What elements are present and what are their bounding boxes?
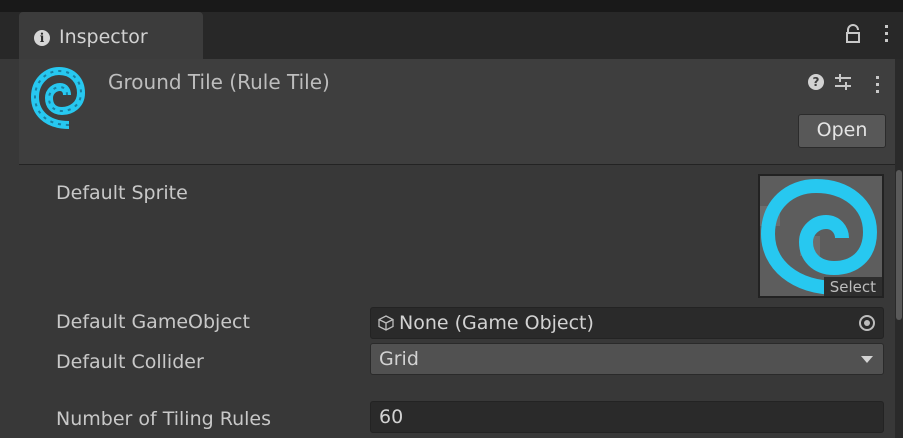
sprite-select-button[interactable]: Select — [823, 277, 882, 296]
kebab-menu-icon[interactable] — [885, 25, 888, 46]
default-sprite-label: Default Sprite — [56, 182, 188, 204]
presets-sliders-icon[interactable] — [834, 73, 852, 91]
default-collider-label: Default Collider — [56, 351, 204, 373]
rule-tile-swirl-icon — [30, 66, 85, 129]
default-gameobject-value: None (Game Object) — [399, 312, 594, 334]
asset-title: Ground Tile (Rule Tile) — [108, 70, 330, 94]
help-icon[interactable]: ? — [808, 74, 824, 90]
tiling-rules-value: 60 — [379, 406, 404, 428]
scrollbar-thumb[interactable] — [896, 170, 902, 320]
tab-inspector[interactable]: i Inspector — [19, 12, 203, 59]
left-gutter — [0, 59, 19, 438]
chevron-down-icon — [861, 356, 873, 363]
tab-inspector-label: Inspector — [59, 26, 148, 48]
object-picker-icon[interactable] — [859, 315, 875, 331]
default-sprite-field[interactable]: Select — [758, 174, 884, 298]
default-collider-dropdown[interactable]: Grid — [370, 343, 884, 375]
tiling-rules-label: Number of Tiling Rules — [56, 408, 271, 430]
lock-icon[interactable] — [844, 24, 862, 44]
window-top-strip — [0, 0, 903, 12]
default-gameobject-field[interactable]: None (Game Object) — [370, 307, 884, 339]
default-gameobject-label: Default GameObject — [56, 311, 250, 333]
header-kebab-menu-icon[interactable] — [876, 76, 879, 97]
info-icon: i — [34, 30, 50, 46]
open-button[interactable]: Open — [798, 114, 886, 148]
tiling-rules-input[interactable]: 60 — [370, 401, 884, 433]
cube-icon — [378, 315, 394, 331]
default-collider-value: Grid — [379, 348, 419, 370]
